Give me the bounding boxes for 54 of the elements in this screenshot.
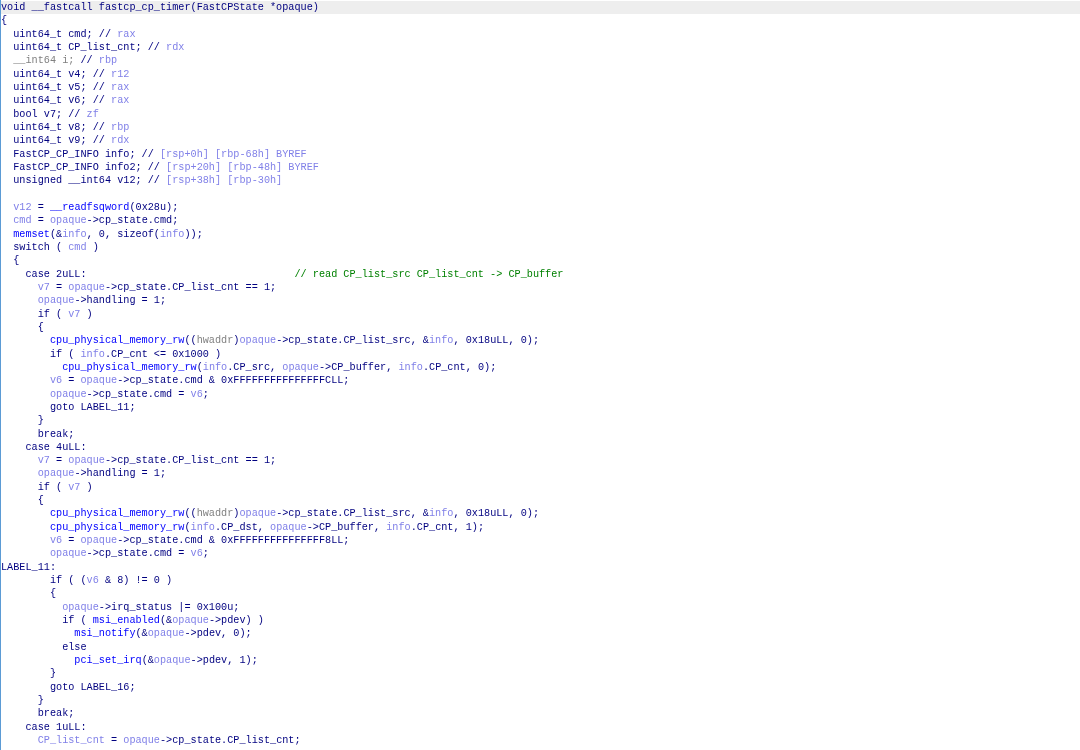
code-line[interactable]: if ( v7 ) [1,480,93,495]
code-line[interactable]: cpu_physical_memory_rw(info.CP_dst, opaque->CP_buffer, info.CP_cnt, 1); [1,520,485,535]
code-line[interactable]: bool v7; // zf [1,107,99,121]
code-line[interactable]: case 1uLL: [1,720,87,735]
code-line[interactable]: cpu_physical_memory_rw((hwaddr)opaque->cp_state.CP_list_src, &info, 0x18uLL, 0); [1,334,540,348]
code-line[interactable]: uint64_t v8; // rbp [1,120,130,135]
code-line[interactable]: msi_notify(&opaque->pdev, 0); [1,627,252,641]
code-line[interactable]: uint64_t v4; // r12 [1,67,130,81]
code-line[interactable]: { [1,254,20,268]
code-line[interactable]: cpu_physical_memory_rw(info.CP_src, opaque->CP_buffer, info.CP_cnt, 0); [1,360,497,375]
code-line[interactable]: v6 = opaque->cp_state.cmd & 0xFFFFFFFFFFFFFFF8LL; [1,534,350,548]
code-line[interactable]: break; [1,427,75,441]
code-line[interactable]: } [1,414,44,428]
code-line[interactable]: { [1,14,8,28]
code-line[interactable]: switch ( cmd ) [1,240,99,255]
code-line[interactable]: { [1,494,44,508]
code-line[interactable]: __int64 i; // rbp [1,54,118,68]
code-line[interactable]: FastCP_CP_INFO info; // [rsp+0h] [rbp-68h] BYREF [1,147,307,161]
code-line[interactable]: pci_set_irq(&opaque->pdev, 1); [1,654,258,668]
code-line[interactable]: if ( msi_enabled(&opaque->pdev) ) [1,614,264,628]
code-line[interactable]: if ( (v6 & 8) != 0 ) [1,574,173,588]
code-line[interactable]: opaque->handling = 1; [1,294,167,308]
code-line[interactable]: goto LABEL_11; [1,400,136,415]
code-line[interactable]: uint64_t CP_list_cnt; // rdx [1,41,185,55]
code-line[interactable]: } [1,667,57,681]
code-line[interactable]: goto LABEL_16; [1,680,136,695]
code-line[interactable]: cmd = opaque->cp_state.cmd; [1,214,179,228]
code-line[interactable]: v12 = __readfsqword(0x28u); [1,200,179,215]
code-line[interactable]: opaque->handling = 1; [1,467,167,481]
code-line[interactable]: unsigned __int64 v12; // [rsp+38h] [rbp-30h] [1,174,283,188]
code-line[interactable]: else [1,640,87,655]
code-line[interactable]: { [1,320,44,335]
code-line[interactable]: opaque->irq_status |= 0x100u; [1,600,240,615]
code-line[interactable]: opaque->cp_state.cmd = v6; [1,547,209,561]
code-line[interactable]: uint64_t v9; // rdx [1,134,130,148]
code-line[interactable]: if ( v7 ) [1,307,93,321]
code-line[interactable]: case 4uLL: [1,440,87,455]
code-line[interactable]: } [1,694,44,708]
code-line[interactable]: v6 = opaque->cp_state.cmd & 0xFFFFFFFFFFFFFFFCLL; [1,374,350,388]
code-line[interactable]: v7 = opaque->cp_state.CP_list_cnt == 1; [1,280,277,295]
code-line[interactable]: if ( info.CP_cnt <= 0x1000 ) [1,347,222,361]
code-line[interactable]: uint64_t v5; // rax [1,80,130,95]
code-line[interactable]: FastCP_CP_INFO info2; // [rsp+20h] [rbp-48h] BYREF [1,160,319,175]
code-line[interactable]: cpu_physical_memory_rw((hwaddr)opaque->cp_state.CP_list_src, &info, 0x18uLL, 0); [1,507,540,521]
code-line[interactable]: v7 = opaque->cp_state.CP_list_cnt == 1; [1,454,277,468]
code-line[interactable]: break; [1,707,75,721]
code-line[interactable]: opaque->cp_state.cmd = v6; [1,387,209,401]
code-line[interactable]: LABEL_11: [1,560,57,575]
code-line[interactable]: uint64_t cmd; // rax [1,27,136,41]
code-line[interactable]: case 2uLL: // read CP_list_src CP_list_cnt -> CP_buffer [1,267,564,281]
code-line[interactable]: memset(&info, 0, sizeof(info)); [1,227,203,241]
code-line[interactable]: CP_list_cnt = opaque->cp_state.CP_list_cnt; [1,734,301,748]
code-line[interactable]: uint64_t v6; // rax [1,94,130,108]
code-line[interactable]: { [1,587,57,601]
